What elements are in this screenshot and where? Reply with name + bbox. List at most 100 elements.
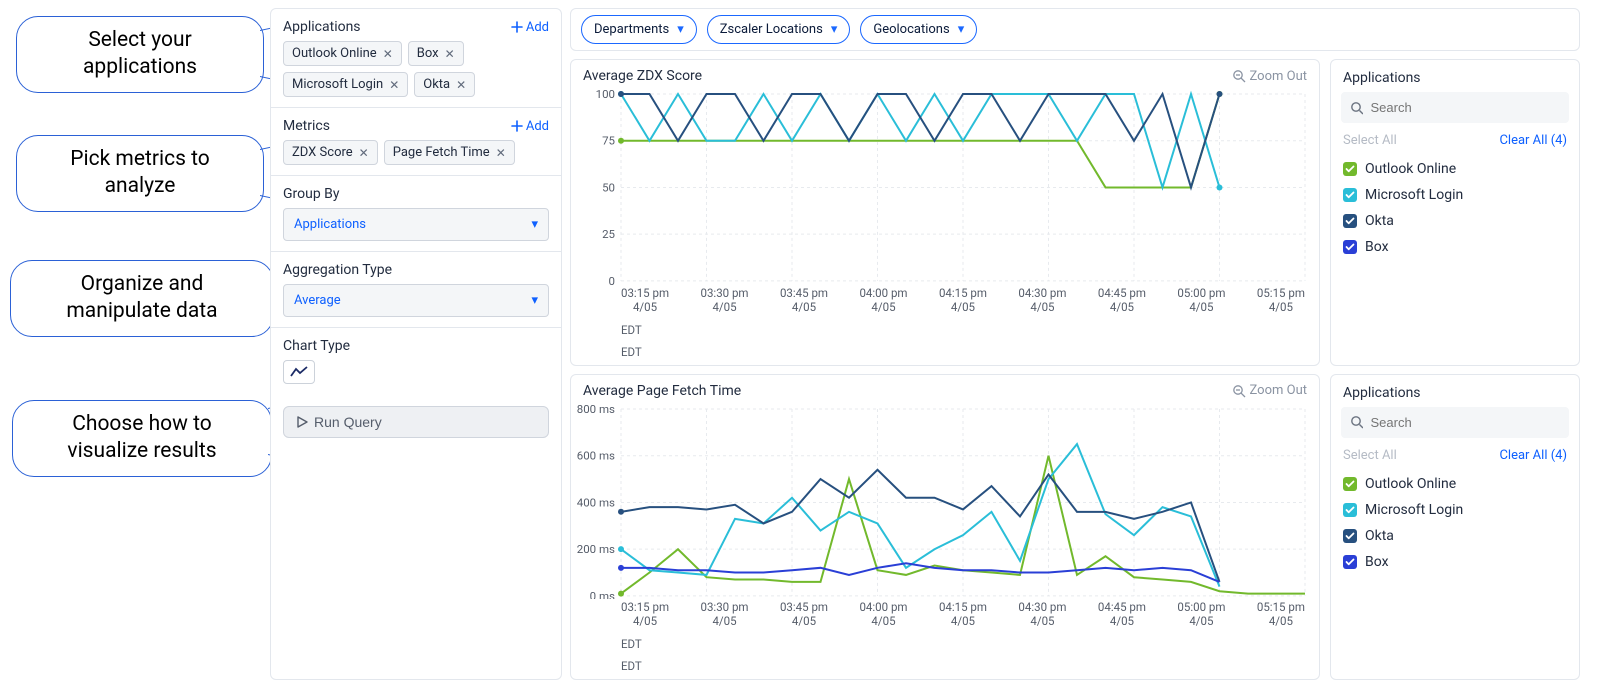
legend-item[interactable]: Box <box>1331 549 1579 575</box>
timezone-label: EDT <box>571 657 1319 679</box>
svg-text:25: 25 <box>602 227 615 241</box>
filter-departments[interactable]: Departments▾ <box>581 15 697 44</box>
pft-chart-title: Average Page Fetch Time <box>583 383 741 399</box>
timezone-label: EDT <box>571 635 1319 657</box>
legend-item[interactable]: Outlook Online <box>1331 156 1579 182</box>
close-icon[interactable]: ✕ <box>359 146 369 160</box>
filter-zscaler-locations[interactable]: Zscaler Locations▾ <box>707 15 851 44</box>
search-icon <box>1350 101 1363 115</box>
legend-search[interactable] <box>1341 407 1569 438</box>
pft-x-axis: 03:15 pm4/0503:30 pm4/0503:45 pm4/0504:0… <box>571 599 1319 635</box>
plus-icon <box>511 120 523 132</box>
zoom-out-button[interactable]: Zoom Out <box>1232 383 1307 398</box>
checkbox-icon <box>1343 555 1357 569</box>
legend-search[interactable] <box>1341 92 1569 123</box>
clear-all-link[interactable]: Clear All (4) <box>1499 448 1567 463</box>
chip-okta[interactable]: Okta✕ <box>414 72 475 97</box>
legend-item-label: Okta <box>1365 528 1394 544</box>
chip-box[interactable]: Box✕ <box>408 41 464 66</box>
close-icon[interactable]: ✕ <box>456 78 466 92</box>
legend-item[interactable]: Okta <box>1331 523 1579 549</box>
chevron-down-icon: ▾ <box>531 293 538 308</box>
query-builder-panel: Applications Add Outlook Online✕ Box✕ Mi… <box>270 8 562 680</box>
close-icon[interactable]: ✕ <box>445 47 455 61</box>
svg-text:100: 100 <box>596 87 615 101</box>
legend-item[interactable]: Outlook Online <box>1331 471 1579 497</box>
select-all-link[interactable]: Select All <box>1343 133 1397 148</box>
pft-chart-area[interactable]: 800 ms 600 ms 400 ms 200 ms 0 ms <box>571 401 1319 600</box>
filter-bar: Departments▾ Zscaler Locations▾ Geolocat… <box>570 8 1580 51</box>
select-all-link[interactable]: Select All <box>1343 448 1397 463</box>
legend-item[interactable]: Box <box>1331 234 1579 260</box>
applications-section: Applications Add Outlook Online✕ Box✕ Mi… <box>271 9 561 108</box>
play-icon <box>296 416 308 428</box>
legend-header: Applications <box>1331 375 1579 407</box>
zdx-x-axis: 03:15 pm4/0503:30 pm4/0503:45 pm4/0504:0… <box>571 285 1319 321</box>
legend-item-label: Okta <box>1365 213 1394 229</box>
clear-all-link[interactable]: Clear All (4) <box>1499 133 1567 148</box>
zdx-score-chart-card: Average ZDX Score Zoom Out 100 75 50 25 0 03… <box>570 59 1320 366</box>
aggregation-header: Aggregation Type <box>283 262 392 278</box>
legend-item-label: Microsoft Login <box>1365 187 1463 203</box>
chip-outlook-online[interactable]: Outlook Online✕ <box>283 41 402 66</box>
zdx-chart-title: Average ZDX Score <box>583 68 702 84</box>
timezone-label: EDT <box>571 321 1319 343</box>
legend-item-label: Box <box>1365 239 1389 255</box>
add-metric-link[interactable]: Add <box>511 119 549 134</box>
chip-zdx-score[interactable]: ZDX Score✕ <box>283 140 378 165</box>
chip-page-fetch-time[interactable]: Page Fetch Time✕ <box>384 140 515 165</box>
group-by-header: Group By <box>283 186 340 202</box>
zdx-chart-area[interactable]: 100 75 50 25 0 <box>571 86 1319 285</box>
zoom-out-button[interactable]: Zoom Out <box>1232 69 1307 84</box>
timezone-label: EDT <box>571 343 1319 365</box>
close-icon[interactable]: ✕ <box>383 47 393 61</box>
svg-text:50: 50 <box>602 180 615 194</box>
legend-item[interactable]: Microsoft Login <box>1331 182 1579 208</box>
checkbox-icon <box>1343 503 1357 517</box>
line-chart-icon <box>290 365 308 379</box>
legend-item-label: Outlook Online <box>1365 476 1456 492</box>
applications-header: Applications <box>283 19 361 35</box>
svg-text:0 ms: 0 ms <box>590 588 615 599</box>
chip-microsoft-login[interactable]: Microsoft Login✕ <box>283 72 408 97</box>
zoom-out-icon <box>1232 384 1246 398</box>
checkbox-icon <box>1343 188 1357 202</box>
close-icon[interactable]: ✕ <box>496 146 506 160</box>
legend-search-input[interactable] <box>1369 99 1561 116</box>
run-query-button[interactable]: Run Query <box>283 406 549 438</box>
search-icon <box>1350 415 1363 429</box>
chevron-down-icon: ▾ <box>531 217 538 232</box>
svg-text:200 ms: 200 ms <box>577 542 615 556</box>
callout-organize: Organize and manipulate data <box>10 260 274 337</box>
legend-item[interactable]: Okta <box>1331 208 1579 234</box>
legend-search-input[interactable] <box>1369 414 1561 431</box>
svg-text:600 ms: 600 ms <box>577 448 615 462</box>
callout-metrics: Pick metrics to analyze <box>16 135 264 212</box>
plus-icon <box>511 21 523 33</box>
legend-header: Applications <box>1331 60 1579 92</box>
legend-item-label: Outlook Online <box>1365 161 1456 177</box>
svg-text:400 ms: 400 ms <box>577 495 615 509</box>
chart-type-header: Chart Type <box>283 338 350 354</box>
chart-type-section: Chart Type <box>271 328 561 394</box>
group-by-section: Group By Applications ▾ <box>271 176 561 252</box>
filter-geolocations[interactable]: Geolocations▾ <box>860 15 977 44</box>
callout-visualize: Choose how to visualize results <box>12 400 272 477</box>
svg-text:0: 0 <box>609 274 615 285</box>
callout-applications: Select your applications <box>16 16 264 93</box>
legend-item[interactable]: Microsoft Login <box>1331 497 1579 523</box>
svg-text:800 ms: 800 ms <box>577 401 615 415</box>
add-application-link[interactable]: Add <box>511 20 549 35</box>
aggregation-section: Aggregation Type Average ▾ <box>271 252 561 328</box>
legend-item-label: Box <box>1365 554 1389 570</box>
checkbox-icon <box>1343 529 1357 543</box>
aggregation-dropdown[interactable]: Average ▾ <box>283 284 549 317</box>
legend-item-label: Microsoft Login <box>1365 502 1463 518</box>
checkbox-icon <box>1343 162 1357 176</box>
line-chart-toggle[interactable] <box>283 360 315 384</box>
pft-legend-panel: Applications Select All Clear All (4) Out… <box>1330 374 1580 681</box>
close-icon[interactable]: ✕ <box>389 78 399 92</box>
checkbox-icon <box>1343 214 1357 228</box>
group-by-dropdown[interactable]: Applications ▾ <box>283 208 549 241</box>
svg-text:75: 75 <box>602 134 615 148</box>
